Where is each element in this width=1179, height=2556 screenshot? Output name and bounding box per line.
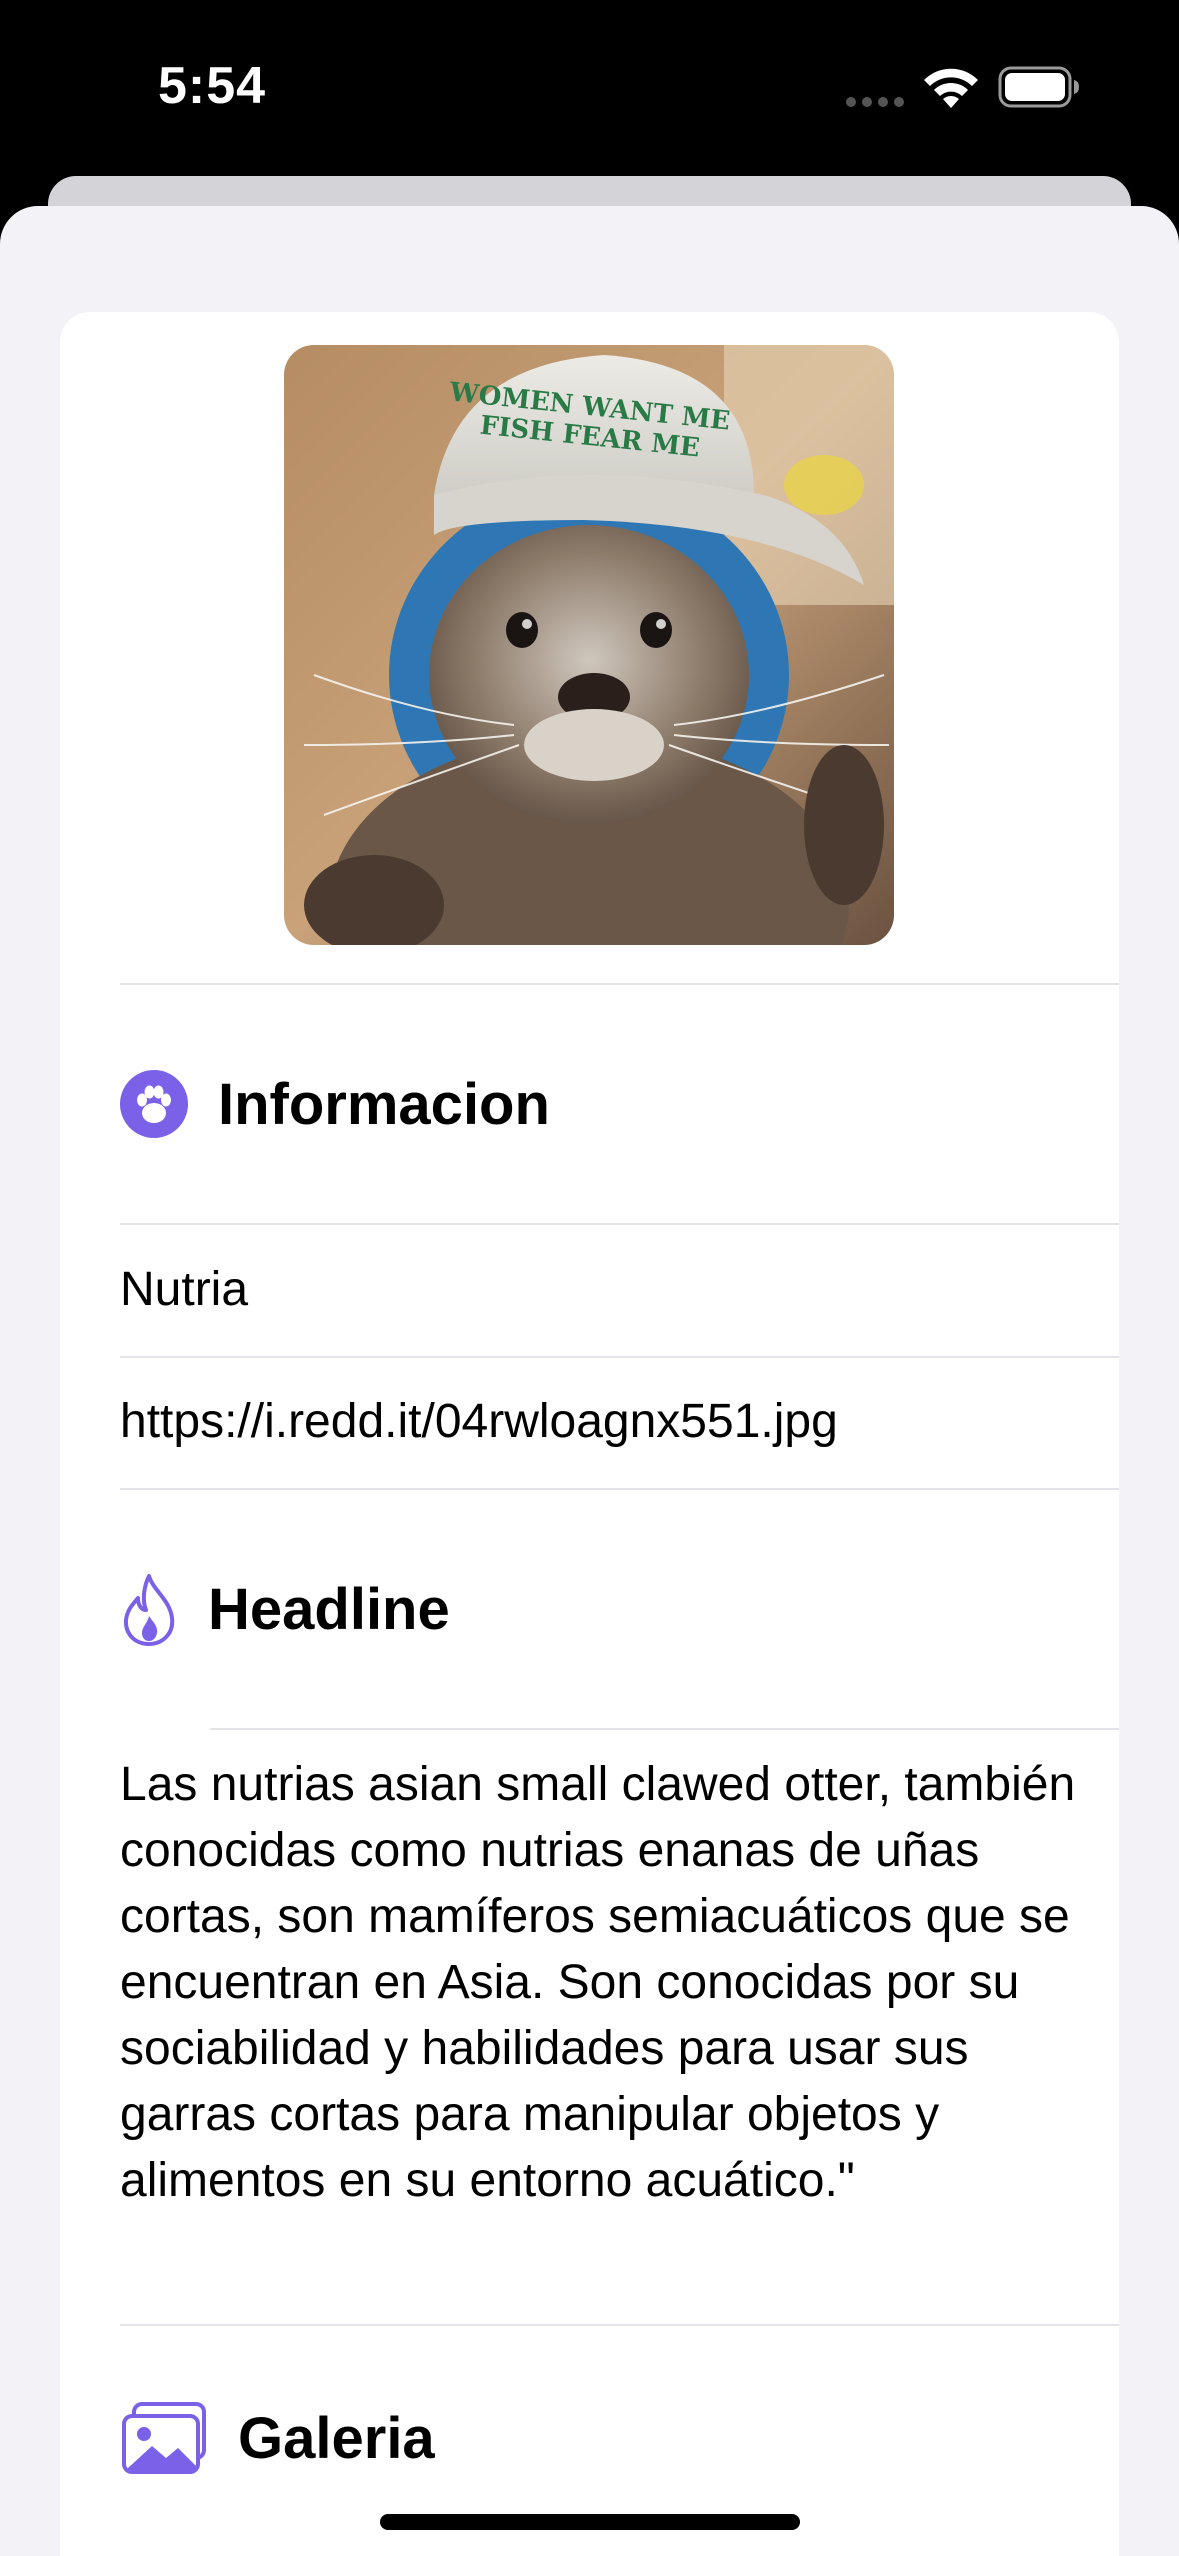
separator (210, 1728, 1119, 1730)
status-time: 5:54 (158, 57, 267, 115)
status-bar: 5:54 (0, 0, 1179, 176)
separator (120, 1223, 1119, 1225)
photos-icon (122, 2402, 206, 2474)
otter-illustration: WOMEN WANT ME FISH FEAR ME (284, 345, 894, 945)
separator (120, 983, 1119, 985)
paw-icon (120, 1070, 188, 1138)
animal-name-field[interactable]: Nutria (120, 1262, 248, 1317)
galeria-header: Galeria (120, 2402, 435, 2474)
galeria-title: Galeria (238, 2405, 435, 2471)
wifi-icon (924, 68, 978, 108)
headline-description[interactable]: Las nutrias asian small clawed otter, ta… (120, 1752, 1080, 2214)
separator (120, 2324, 1119, 2326)
home-indicator[interactable] (380, 2514, 800, 2530)
profile-photo[interactable]: WOMEN WANT ME FISH FEAR ME (284, 345, 894, 945)
informacion-title: Informacion (218, 1071, 550, 1137)
detail-sheet[interactable]: WOMEN WANT ME FISH FEAR ME Informacion N… (0, 206, 1179, 2556)
detail-card: WOMEN WANT ME FISH FEAR ME Informacion N… (60, 312, 1119, 2556)
informacion-header: Informacion (120, 1070, 550, 1138)
separator (120, 1488, 1119, 1490)
battery-icon (998, 66, 1079, 108)
image-url-field[interactable]: https://i.redd.it/04rwloagnx551.jpg (120, 1394, 838, 1449)
flame-icon (123, 1574, 175, 1646)
headline-title: Headline (208, 1576, 450, 1642)
cellular-signal-icon (846, 97, 904, 107)
separator (120, 1356, 1119, 1358)
headline-header: Headline (120, 1572, 450, 1646)
